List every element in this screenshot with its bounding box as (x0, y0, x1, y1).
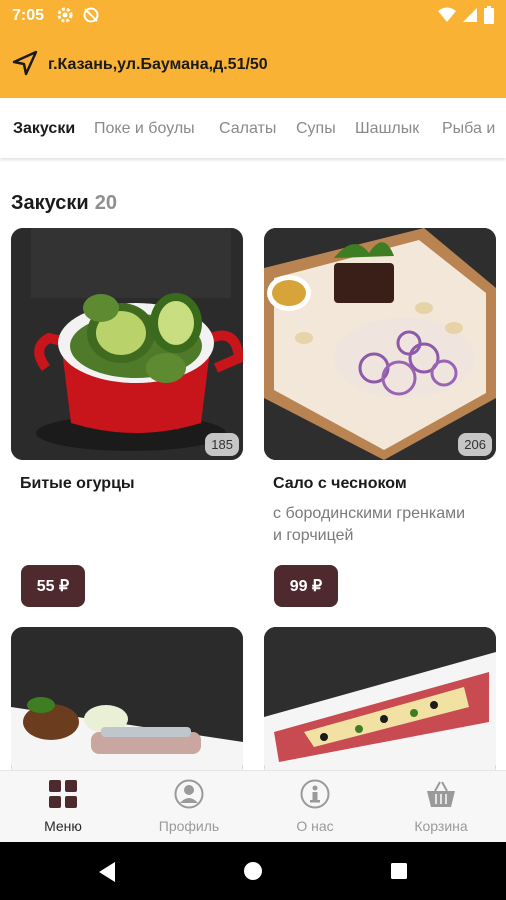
nav-about[interactable]: О нас (252, 779, 378, 834)
bottom-nav: Меню Профиль О нас Корзина (0, 770, 506, 843)
wifi-icon (438, 7, 456, 22)
product-name[interactable]: Битые огурцы (20, 475, 135, 493)
system-nav-bar (0, 842, 506, 900)
section-name: Закуски (11, 192, 89, 214)
nav-label: О нас (296, 818, 334, 834)
weight-badge: 206 (458, 433, 492, 456)
battery-icon (484, 6, 494, 24)
salo-dish-image (264, 228, 496, 460)
product-image-carpaccio[interactable] (264, 627, 496, 777)
price-button[interactable]: 99 ₽ (274, 565, 338, 607)
nav-label: Меню (44, 818, 82, 834)
nav-label: Корзина (414, 818, 468, 834)
sync-off-icon (83, 7, 99, 23)
recents-icon[interactable] (390, 862, 408, 880)
tab-shashlik[interactable]: Шашлык (355, 120, 419, 138)
status-bar: 7:05 (0, 0, 506, 32)
section-title: Закуски 20 (11, 192, 117, 215)
nav-menu[interactable]: Меню (0, 779, 126, 834)
basket-icon (427, 781, 455, 807)
section-count: 20 (94, 192, 117, 214)
tab-snacks[interactable]: Закуски (13, 120, 75, 138)
herring-dish-image (11, 627, 243, 777)
profile-icon (174, 779, 204, 809)
status-time: 7:05 (12, 7, 45, 24)
tab-salads[interactable]: Салаты (219, 120, 276, 138)
back-icon[interactable] (97, 861, 117, 883)
delivery-address[interactable]: г.Казань,ул.Баумана,д.51/50 (48, 56, 268, 74)
info-icon (300, 779, 330, 809)
tab-soups[interactable]: Супы (296, 120, 336, 138)
location-arrow-icon[interactable] (12, 50, 38, 76)
cell-signal-icon (463, 8, 477, 22)
product-name[interactable]: Сало с чесноком (273, 475, 407, 493)
tab-poke-bowls[interactable]: Поке и боулы (94, 120, 195, 138)
header: г.Казань,ул.Баумана,д.51/50 (0, 32, 506, 98)
product-description: с бородинскими гренками и горчицей (273, 505, 466, 544)
nav-cart[interactable]: Корзина (378, 779, 504, 834)
carpaccio-dish-image (264, 627, 496, 777)
nav-profile[interactable]: Профиль (126, 779, 252, 834)
price-button[interactable]: 55 ₽ (21, 565, 85, 607)
category-tabs: Закуски Поке и боулы Салаты Супы Шашлык … (0, 98, 506, 158)
product-image-herring[interactable] (11, 627, 243, 777)
product-image-cucumbers[interactable]: 185 (11, 228, 243, 460)
tab-fish[interactable]: Рыба и (442, 120, 495, 138)
nav-label: Профиль (158, 818, 220, 834)
grid-icon (49, 780, 77, 808)
settings-icon (57, 7, 73, 23)
cucumbers-dish-image (11, 228, 243, 460)
product-image-salo[interactable]: 206 (264, 228, 496, 460)
home-icon[interactable] (243, 861, 263, 881)
weight-badge: 185 (205, 433, 239, 456)
